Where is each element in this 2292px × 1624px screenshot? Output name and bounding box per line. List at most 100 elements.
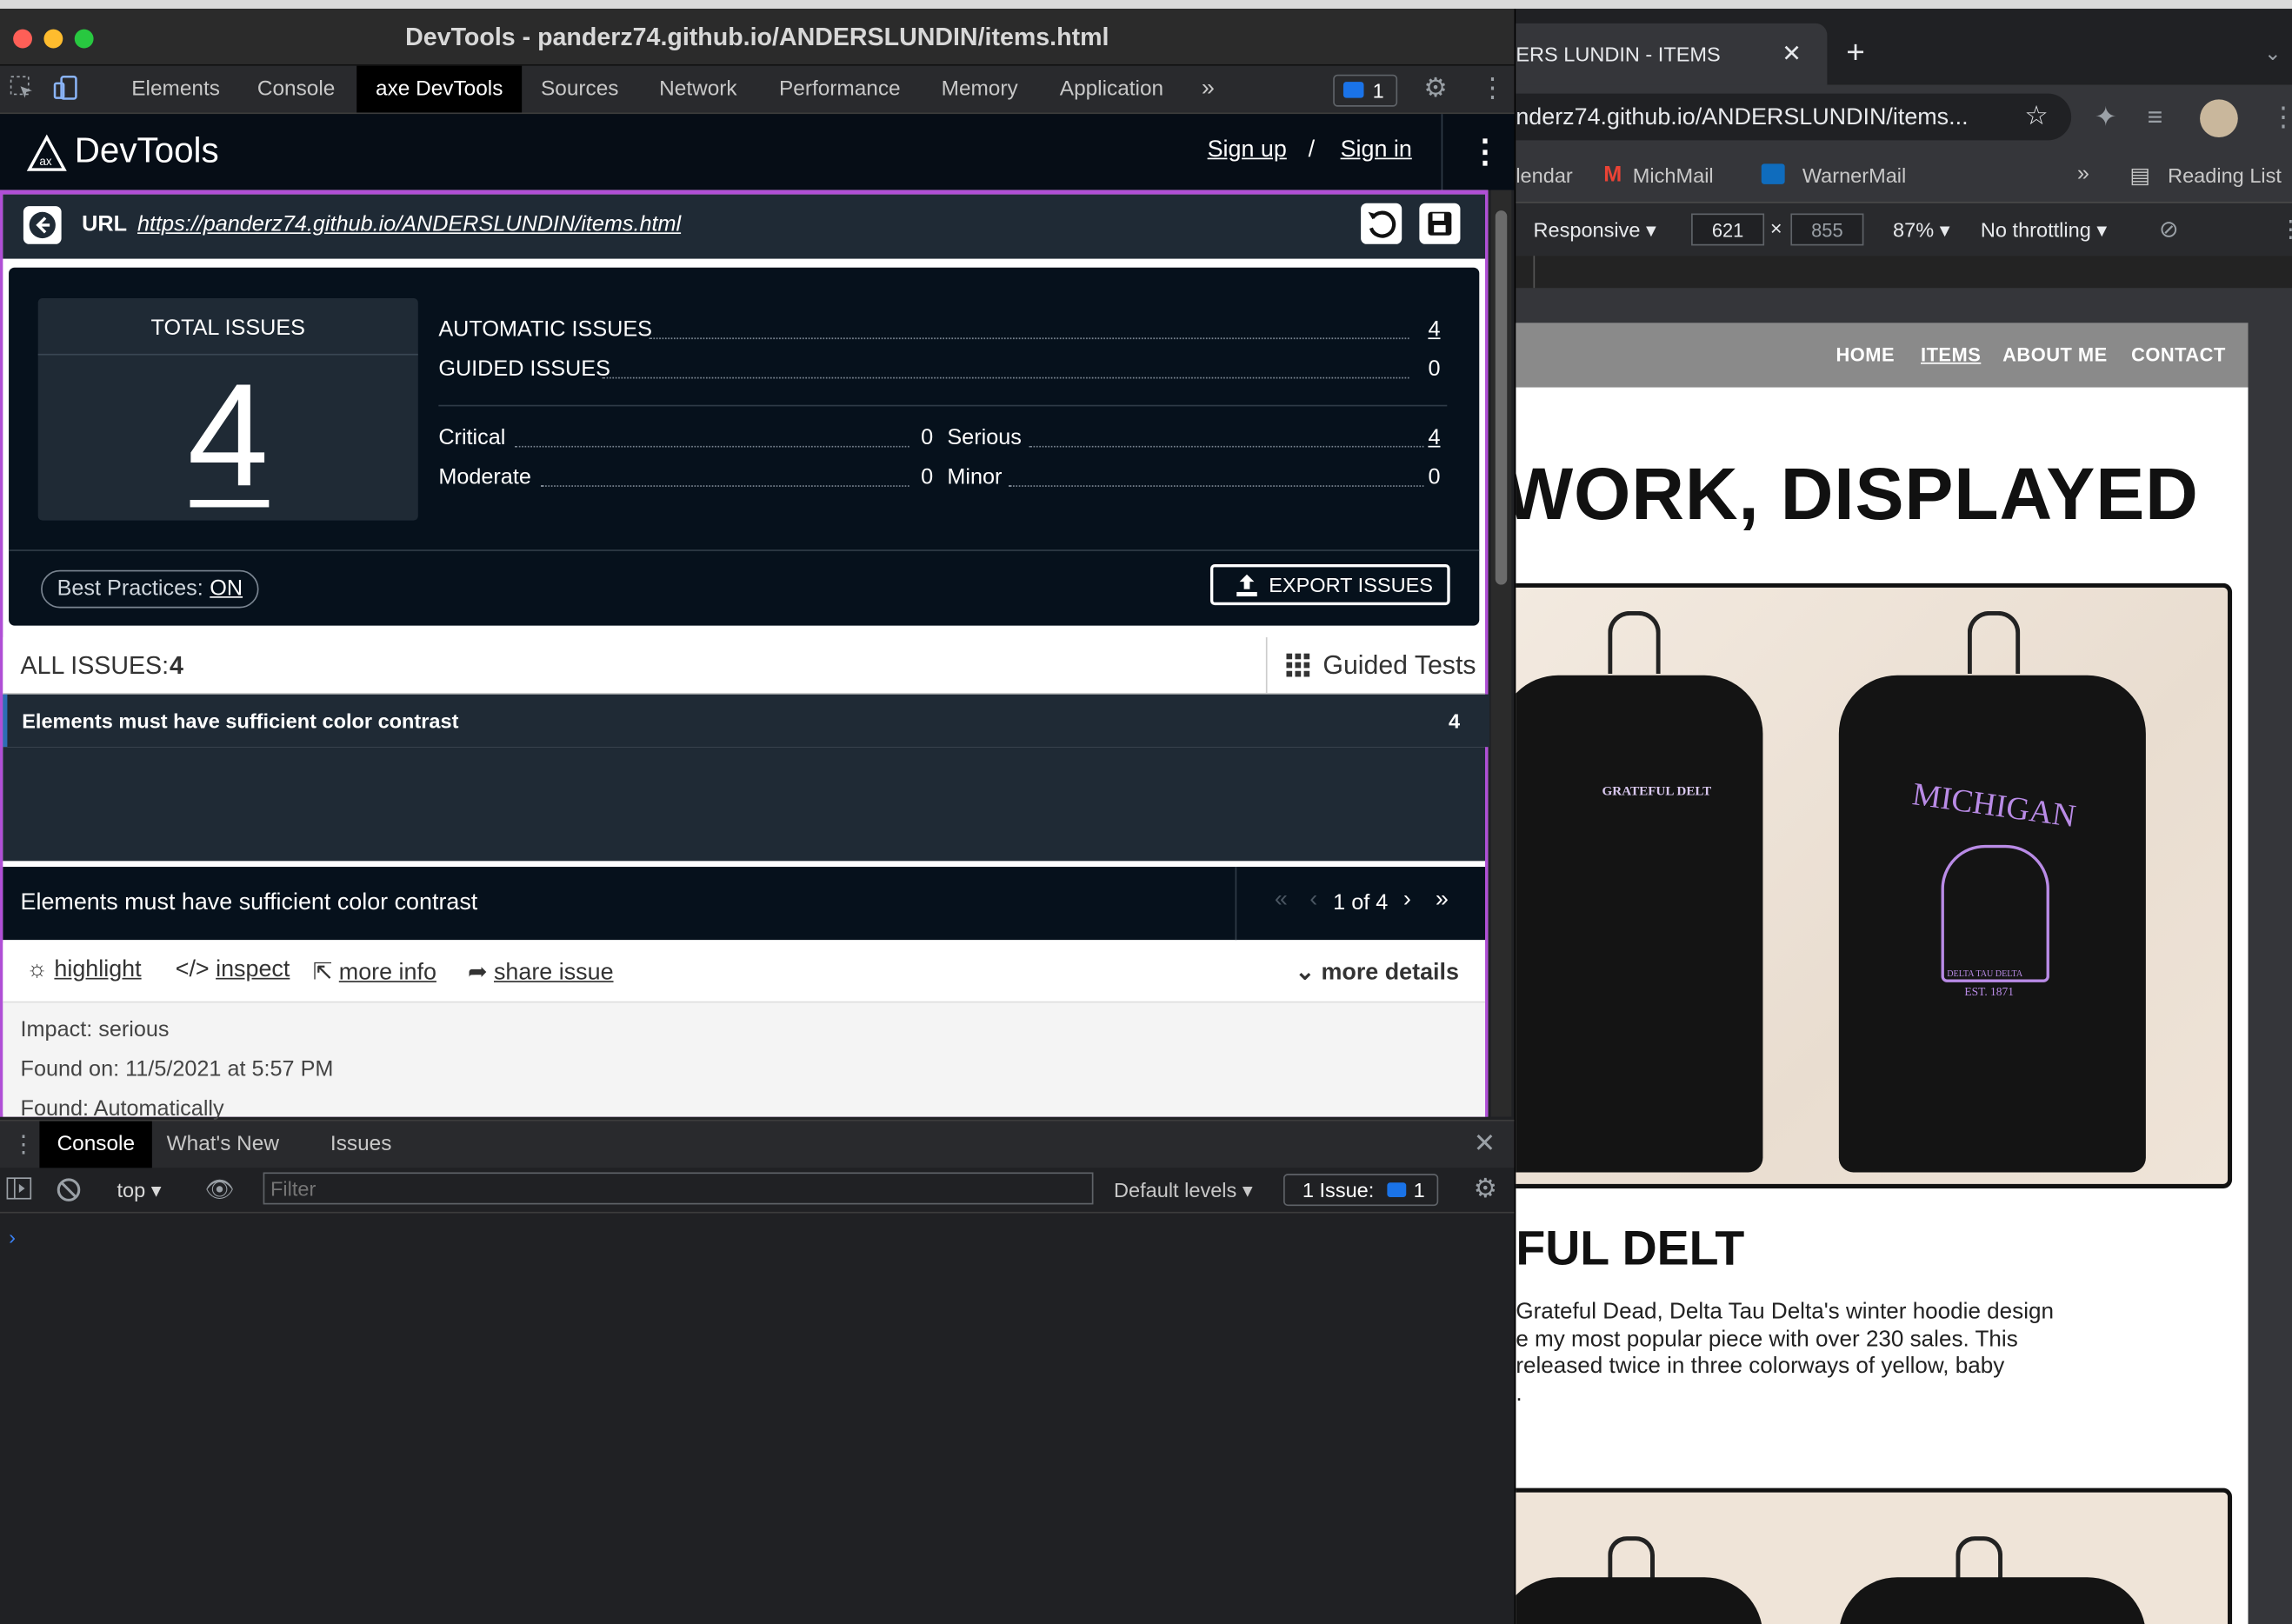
issue-list-item[interactable]: Elements must have sufficient color cont…	[3, 694, 1490, 748]
context-select[interactable]: top ▾	[117, 1178, 161, 1203]
outlook-icon	[1761, 163, 1785, 184]
clear-console-icon[interactable]	[56, 1177, 82, 1211]
reading-list-icon[interactable]: ▤	[2129, 163, 2150, 189]
more-details-label: more details	[1321, 960, 1459, 986]
sidebar-toggle-icon[interactable]	[6, 1177, 32, 1208]
viewport-height-input[interactable]	[1790, 213, 1864, 246]
serious-count[interactable]: 4	[1428, 425, 1440, 450]
more-bookmarks-chevron-icon[interactable]: »	[2077, 161, 2089, 186]
more-tabs-chevron-icon[interactable]: »	[1187, 66, 1229, 113]
impact-line: Impact: serious	[21, 1017, 170, 1042]
back-arrow-icon[interactable]	[23, 206, 62, 244]
tab-sources[interactable]: Sources	[526, 66, 633, 113]
reading-list-label[interactable]: Reading List	[2168, 163, 2282, 187]
extensions-puzzle-icon[interactable]: ✦	[2095, 103, 2116, 133]
export-issues-label: EXPORT ISSUES	[1269, 573, 1434, 596]
device-toolbar-icon[interactable]	[53, 75, 79, 109]
pager-text: 1 of 4	[1333, 889, 1389, 915]
more-info-action[interactable]: ⇱ more info	[313, 957, 436, 987]
scanned-url-link[interactable]: https://panderz74.github.io/ANDERSLUNDIN…	[137, 212, 681, 237]
inspect-action[interactable]: </> inspect	[176, 957, 290, 983]
new-tab-icon[interactable]: +	[1846, 34, 1865, 72]
axe-header: ax DevTools Sign up / Sign in ⋮	[0, 114, 1515, 190]
tab-application[interactable]: Application	[1045, 66, 1178, 113]
axe-scrollbar[interactable]	[1490, 190, 1512, 1117]
close-tab-icon[interactable]: ✕	[1782, 39, 1802, 69]
gear-icon[interactable]: ⚙	[1423, 73, 1447, 103]
nav-home[interactable]: HOME	[1836, 343, 1895, 365]
tab-elements[interactable]: Elements	[117, 66, 234, 113]
nav-contact[interactable]: CONTACT	[2131, 343, 2226, 365]
viewport-width-input[interactable]	[1691, 213, 1765, 246]
bookmark-michmail[interactable]: MichMail	[1633, 163, 1714, 187]
throttling-select[interactable]: No throttling ▾	[1981, 218, 2107, 243]
mac-menubar	[0, 0, 2292, 10]
console-settings-gear-icon[interactable]: ⚙	[1474, 1174, 1497, 1204]
kebab-menu-icon[interactable]: ⋮	[1479, 73, 1505, 103]
close-drawer-icon[interactable]: ✕	[1474, 1128, 1496, 1159]
issue-list-empty	[3, 747, 1486, 862]
rotate-icon[interactable]: ⊘	[2159, 215, 2179, 244]
console-prompt-chevron-icon: ›	[9, 1224, 16, 1248]
nav-about-me[interactable]: ABOUT ME	[2002, 343, 2108, 365]
console-issues-button[interactable]: 1 Issue: 1	[1283, 1174, 1439, 1207]
console-filter-input[interactable]	[263, 1172, 1094, 1205]
impact-value: serious	[98, 1017, 170, 1042]
nav-items[interactable]: ITEMS	[1921, 343, 1981, 365]
axe-menu-icon[interactable]: ⋮	[1469, 133, 1502, 171]
tab-console[interactable]: Console	[243, 66, 350, 113]
bookmark-warnermail[interactable]: WarnerMail	[1802, 163, 1906, 187]
levels-value: Default levels	[1114, 1178, 1237, 1202]
drawer-tab-issues[interactable]: Issues	[316, 1121, 406, 1168]
automatic-issues-count[interactable]: 4	[1428, 317, 1440, 343]
profile-avatar[interactable]	[2200, 99, 2238, 138]
last-page-icon[interactable]: »	[1436, 888, 1449, 914]
export-issues-button[interactable]: EXPORT ISSUES	[1209, 564, 1450, 606]
bookmark-calendar[interactable]: lendar	[1516, 163, 1572, 187]
highlight-action[interactable]: ☼ highlight	[26, 957, 141, 983]
browser-tab-active[interactable]: ERS LUNDIN - ITEMS ✕	[1516, 23, 1828, 85]
all-issues-count: 4	[170, 651, 183, 680]
media-control-icon[interactable]: ≡	[2148, 103, 2163, 133]
first-page-icon[interactable]: «	[1275, 888, 1288, 914]
default-levels-select[interactable]: Default levels ▾	[1114, 1178, 1253, 1203]
best-practices-toggle[interactable]: Best Practices: ON	[41, 569, 259, 609]
bookmark-star-icon[interactable]: ☆	[2024, 101, 2048, 131]
tab-axe-devtools[interactable]: axe DevTools	[356, 65, 523, 113]
rescan-icon[interactable]	[1361, 203, 1403, 244]
guided-tests-button[interactable]: Guided Tests	[1323, 650, 1476, 681]
sign-up-link[interactable]: Sign up	[1208, 137, 1287, 163]
drawer-menu-icon[interactable]: ⋮	[11, 1130, 35, 1160]
ruler-mark	[1533, 256, 1536, 289]
share-issue-action[interactable]: ➦ share issue	[468, 957, 614, 987]
grid-icon[interactable]	[1286, 653, 1310, 684]
message-icon	[1387, 1182, 1407, 1198]
zoom-select[interactable]: 87% ▾	[1893, 218, 1949, 243]
console-output[interactable]: ›	[0, 1213, 1515, 1624]
address-bar[interactable]: nderz74.github.io/ANDERSLUNDIN/items... …	[1516, 93, 2072, 141]
select-element-icon[interactable]	[9, 75, 35, 109]
tab-search-chevron-icon[interactable]: ⌄	[2264, 41, 2282, 66]
total-issues-count[interactable]: 4	[38, 360, 418, 512]
save-icon[interactable]	[1419, 203, 1461, 244]
eye-icon[interactable]: 👁	[204, 1175, 234, 1205]
next-page-icon[interactable]: ›	[1403, 888, 1411, 914]
scrollbar-thumb[interactable]	[1495, 210, 1508, 585]
found-value: Automatically	[93, 1096, 224, 1121]
tab-performance[interactable]: Performance	[764, 66, 915, 113]
more-details-toggle[interactable]: ⌄ more details	[1295, 957, 1458, 987]
device-menu-icon[interactable]: ⋮	[2279, 215, 2292, 244]
console-issue-count: 1	[1413, 1178, 1425, 1202]
drawer-tab-whats-new[interactable]: What's New	[152, 1121, 294, 1168]
drawer-tab-console[interactable]: Console	[39, 1121, 153, 1168]
sign-in-link[interactable]: Sign in	[1341, 137, 1412, 163]
responsive-select[interactable]: Responsive ▾	[1533, 218, 1656, 243]
url-label: URL	[82, 211, 127, 237]
prev-page-icon[interactable]: ‹	[1309, 888, 1317, 914]
inspect-label: inspect	[216, 957, 290, 982]
browser-menu-icon[interactable]: ⋮	[2270, 103, 2292, 133]
tab-network[interactable]: Network	[644, 66, 751, 113]
issues-badge-button[interactable]: 1	[1333, 74, 1398, 107]
tab-memory[interactable]: Memory	[927, 66, 1033, 113]
row-leader	[649, 337, 1409, 340]
